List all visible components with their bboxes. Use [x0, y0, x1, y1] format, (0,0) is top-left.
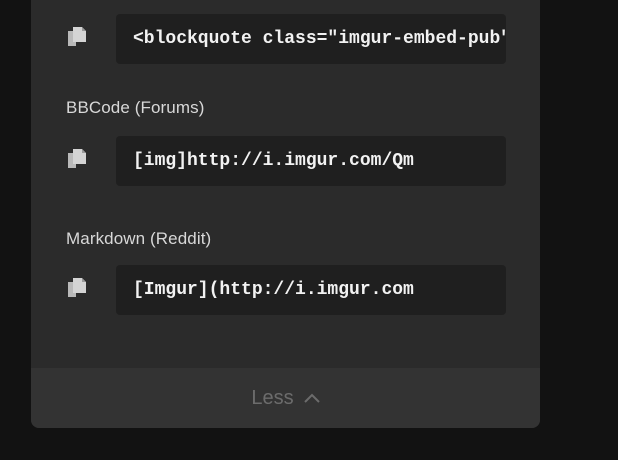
- markdown-label: Markdown (Reddit): [66, 229, 212, 248]
- copy-icon[interactable]: [66, 277, 88, 299]
- less-toggle-button[interactable]: Less: [31, 368, 540, 428]
- html-code-input[interactable]: [116, 14, 506, 64]
- bbcode-embed-row: [66, 136, 506, 186]
- html-code-box: [116, 14, 506, 64]
- copy-icon[interactable]: [66, 26, 88, 48]
- bbcode-label: BBCode (Forums): [66, 98, 205, 117]
- markdown-code-input[interactable]: [116, 265, 506, 315]
- bbcode-code-input[interactable]: [116, 136, 506, 186]
- markdown-code-box: [116, 265, 506, 315]
- markdown-embed-row: [66, 265, 506, 315]
- bbcode-code-box: [116, 136, 506, 186]
- page-background: BBCode (Forums) Markdown (Reddit): [0, 0, 618, 460]
- embed-codes-panel: BBCode (Forums) Markdown (Reddit): [31, 0, 540, 428]
- less-label: Less: [251, 386, 294, 409]
- html-embed-row: [66, 14, 506, 64]
- chevron-up-icon: [303, 393, 320, 403]
- copy-icon[interactable]: [66, 148, 88, 170]
